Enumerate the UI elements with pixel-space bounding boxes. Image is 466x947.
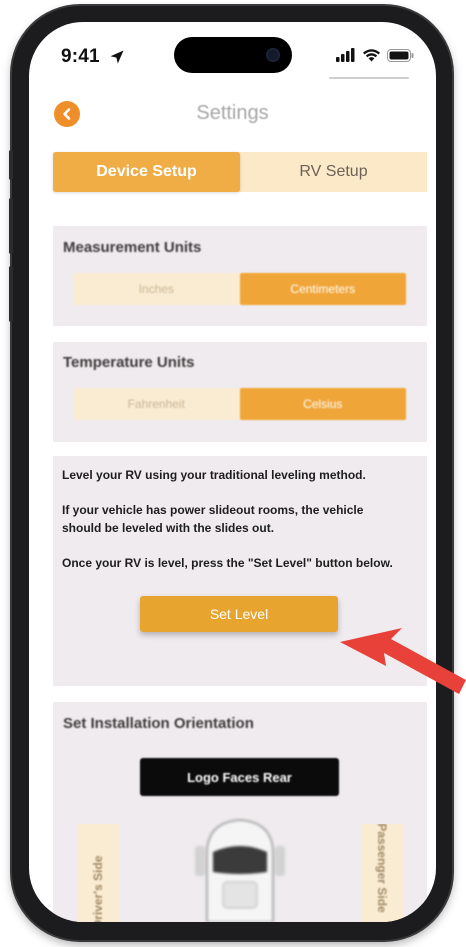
temperature-units-toggle: Fahrenheit Celsius [73, 388, 406, 420]
location-arrow-icon [110, 50, 124, 64]
leveling-instruction-1: Level your RV using your traditional lev… [62, 468, 366, 482]
installation-orientation-title: Set Installation Orientation [63, 715, 254, 732]
red-pointer-arrow-icon [340, 628, 466, 694]
rv-top-view-icon [195, 818, 285, 922]
logo-orientation-button[interactable]: Logo Faces Rear [140, 758, 339, 796]
drivers-side-label: Driver's Side [77, 824, 119, 922]
cellular-signal-icon [336, 48, 355, 62]
celsius-option[interactable]: Celsius [239, 388, 406, 420]
wifi-icon [363, 49, 380, 62]
status-icons [336, 48, 414, 62]
page-title: Settings [196, 102, 269, 124]
inches-option[interactable]: Inches [73, 273, 240, 305]
temperature-units-card: Temperature Units Fahrenheit Celsius [53, 342, 427, 442]
page: 9:41 Settings Device Setup RV Setup Meas… [0, 0, 466, 947]
action-button [9, 150, 13, 180]
centimeters-option[interactable]: Centimeters [239, 273, 406, 305]
temperature-units-title: Temperature Units [63, 354, 195, 371]
phone-screen: 9:41 Settings Device Setup RV Setup Meas… [29, 22, 436, 922]
tab-device-setup[interactable]: Device Setup [53, 152, 240, 192]
leveling-instruction-3: Once your RV is level, press the "Set Le… [62, 556, 393, 570]
setup-tabs: Device Setup RV Setup [53, 152, 427, 192]
leveling-instruction-2: If your vehicle has power slideout rooms… [62, 503, 364, 535]
set-level-button[interactable]: Set Level [140, 596, 338, 632]
status-time: 9:41 [61, 46, 100, 67]
measurement-units-toggle: Inches Centimeters [73, 273, 406, 305]
volume-up-button [9, 198, 13, 254]
tab-rv-setup[interactable]: RV Setup [240, 152, 427, 192]
front-camera-icon [266, 48, 280, 62]
dynamic-island [174, 37, 292, 73]
measurement-units-title: Measurement Units [63, 239, 202, 256]
fahrenheit-option[interactable]: Fahrenheit [73, 388, 240, 420]
volume-down-button [9, 266, 13, 322]
status-underline [329, 77, 409, 79]
passenger-side-label: Passenger Side [361, 824, 403, 922]
battery-icon [387, 48, 414, 62]
measurement-units-card: Measurement Units Inches Centimeters [53, 226, 427, 326]
